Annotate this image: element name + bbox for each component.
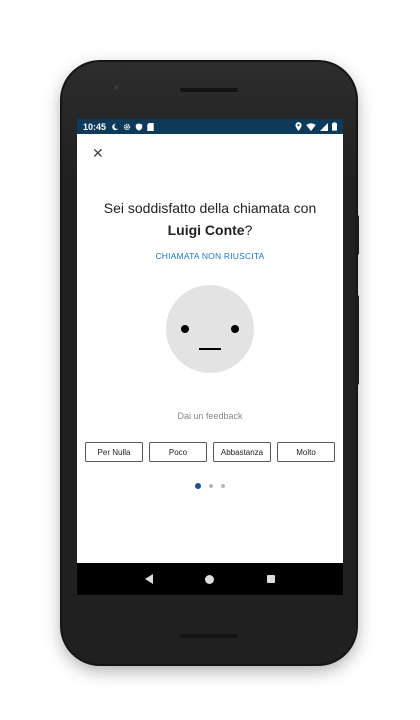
back-icon[interactable]	[145, 574, 154, 584]
option-abbastanza-button[interactable]: Abbastanza	[213, 442, 271, 462]
face-mouth	[199, 348, 221, 350]
face-right-eye	[231, 325, 239, 333]
option-per-nulla-button[interactable]: Per Nulla	[85, 442, 143, 462]
wifi-icon	[306, 122, 316, 131]
location-icon	[295, 122, 302, 131]
failed-call-link[interactable]: CHIAMATA NON RIUSCITA	[77, 251, 343, 261]
status-time: 10:45	[83, 121, 107, 132]
shield-icon	[135, 122, 143, 131]
battery-icon	[332, 122, 337, 131]
rating-options: Per Nulla Poco Abbastanza Molto	[85, 442, 335, 462]
option-poco-button[interactable]: Poco	[149, 442, 207, 462]
status-bar: 10:45	[77, 119, 343, 134]
feedback-label: Dai un feedback	[177, 411, 243, 421]
moon-icon	[112, 123, 119, 130]
option-molto-button[interactable]: Molto	[277, 442, 335, 462]
question-text: Sei soddisfatto della chiamata con	[103, 200, 317, 216]
satisfaction-question: Sei soddisfatto della chiamata con Luigi…	[87, 197, 333, 241]
page-indicator	[77, 483, 343, 489]
sd-card-icon	[147, 122, 154, 131]
screen: 10:45 ✕ Sei soddisfatto della chiamata c…	[77, 119, 343, 595]
bottom-speaker	[180, 634, 238, 638]
recents-icon[interactable]	[266, 575, 275, 583]
contact-name: Luigi Conte	[167, 222, 245, 238]
close-icon[interactable]: ✕	[92, 145, 104, 162]
page-dot-2[interactable]	[209, 484, 213, 488]
top-speaker	[180, 88, 238, 92]
front-camera	[114, 85, 119, 90]
face-left-eye	[181, 325, 189, 333]
neutral-face-icon	[166, 285, 254, 373]
volume-button	[355, 295, 359, 385]
page-dot-3[interactable]	[221, 484, 225, 488]
home-icon[interactable]	[205, 574, 215, 584]
signal-icon	[320, 122, 328, 131]
settings-icon	[123, 123, 131, 130]
page-dot-1[interactable]	[195, 483, 201, 489]
navigation-bar	[77, 563, 343, 595]
power-button	[355, 215, 359, 255]
question-mark: ?	[244, 222, 253, 238]
